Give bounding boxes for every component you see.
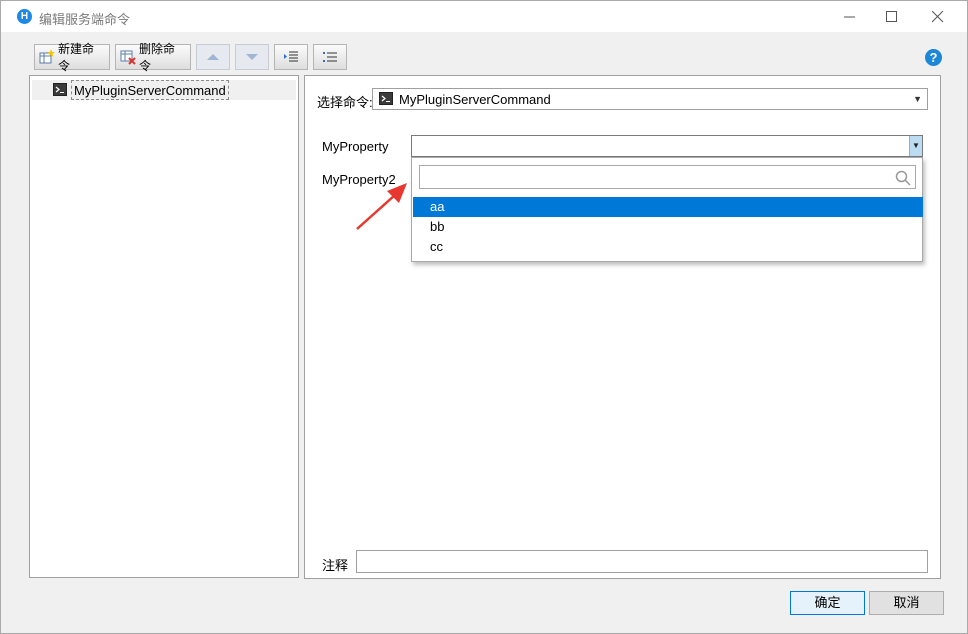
close-icon xyxy=(932,11,944,23)
move-up-button[interactable] xyxy=(196,44,230,70)
property1-dropdown-list: aa bb cc xyxy=(411,157,923,262)
title-bar: H 编辑服务端命令 xyxy=(1,1,967,32)
new-command-button[interactable]: 新建命令 xyxy=(34,42,110,73)
chevron-down-icon: ▼ xyxy=(913,94,922,104)
chevron-down-icon[interactable]: ▼ xyxy=(909,136,922,156)
delete-command-icon xyxy=(120,50,136,65)
delete-command-button[interactable]: 删除命令 xyxy=(115,42,191,73)
minimize-button[interactable] xyxy=(827,1,873,32)
property1-combobox[interactable]: ▼ xyxy=(411,135,923,157)
maximize-icon xyxy=(886,11,897,22)
indent-icon xyxy=(284,51,298,62)
tree-item[interactable]: MyPluginServerCommand xyxy=(32,80,296,100)
minimize-icon xyxy=(844,16,855,18)
cancel-button[interactable]: 取消 xyxy=(869,591,944,615)
window-title: 编辑服务端命令 xyxy=(39,12,131,27)
dropdown-option[interactable]: bb xyxy=(413,217,923,237)
close-button[interactable] xyxy=(915,1,961,32)
new-command-icon xyxy=(39,49,55,64)
arrow-down-icon xyxy=(246,54,258,60)
help-icon[interactable]: ? xyxy=(925,49,942,66)
move-down-button[interactable] xyxy=(235,44,269,70)
note-input[interactable] xyxy=(356,550,928,573)
tree-item-label: MyPluginServerCommand xyxy=(71,80,229,100)
outdent-icon xyxy=(323,52,337,62)
terminal-icon xyxy=(53,83,67,96)
select-command-dropdown[interactable]: MyPluginServerCommand ▼ xyxy=(372,88,928,110)
dropdown-option[interactable]: cc xyxy=(413,237,923,257)
arrow-up-icon xyxy=(207,54,219,60)
indent-button[interactable] xyxy=(274,44,308,70)
outdent-button[interactable] xyxy=(313,44,347,70)
search-icon xyxy=(895,170,911,186)
ok-button[interactable]: 确定 xyxy=(790,591,865,615)
dropdown-search-input[interactable] xyxy=(419,165,916,189)
dialog-window: H 编辑服务端命令 新建命令 删除命令 ? MyPluginServerComm… xyxy=(0,0,968,634)
app-logo-icon: H xyxy=(17,9,32,24)
new-command-label: 新建命令 xyxy=(58,42,95,73)
delete-command-label: 删除命令 xyxy=(139,42,176,73)
select-command-value: MyPluginServerCommand xyxy=(399,92,551,107)
note-label: 注释 xyxy=(322,558,349,573)
terminal-icon xyxy=(379,92,393,105)
annotation-arrow-icon xyxy=(356,183,407,230)
command-tree-panel: MyPluginServerCommand xyxy=(29,75,299,578)
dropdown-option[interactable]: aa xyxy=(413,197,923,217)
property1-label: MyProperty xyxy=(322,139,389,154)
maximize-button[interactable] xyxy=(869,1,915,32)
select-command-label: 选择命令: xyxy=(317,95,373,110)
